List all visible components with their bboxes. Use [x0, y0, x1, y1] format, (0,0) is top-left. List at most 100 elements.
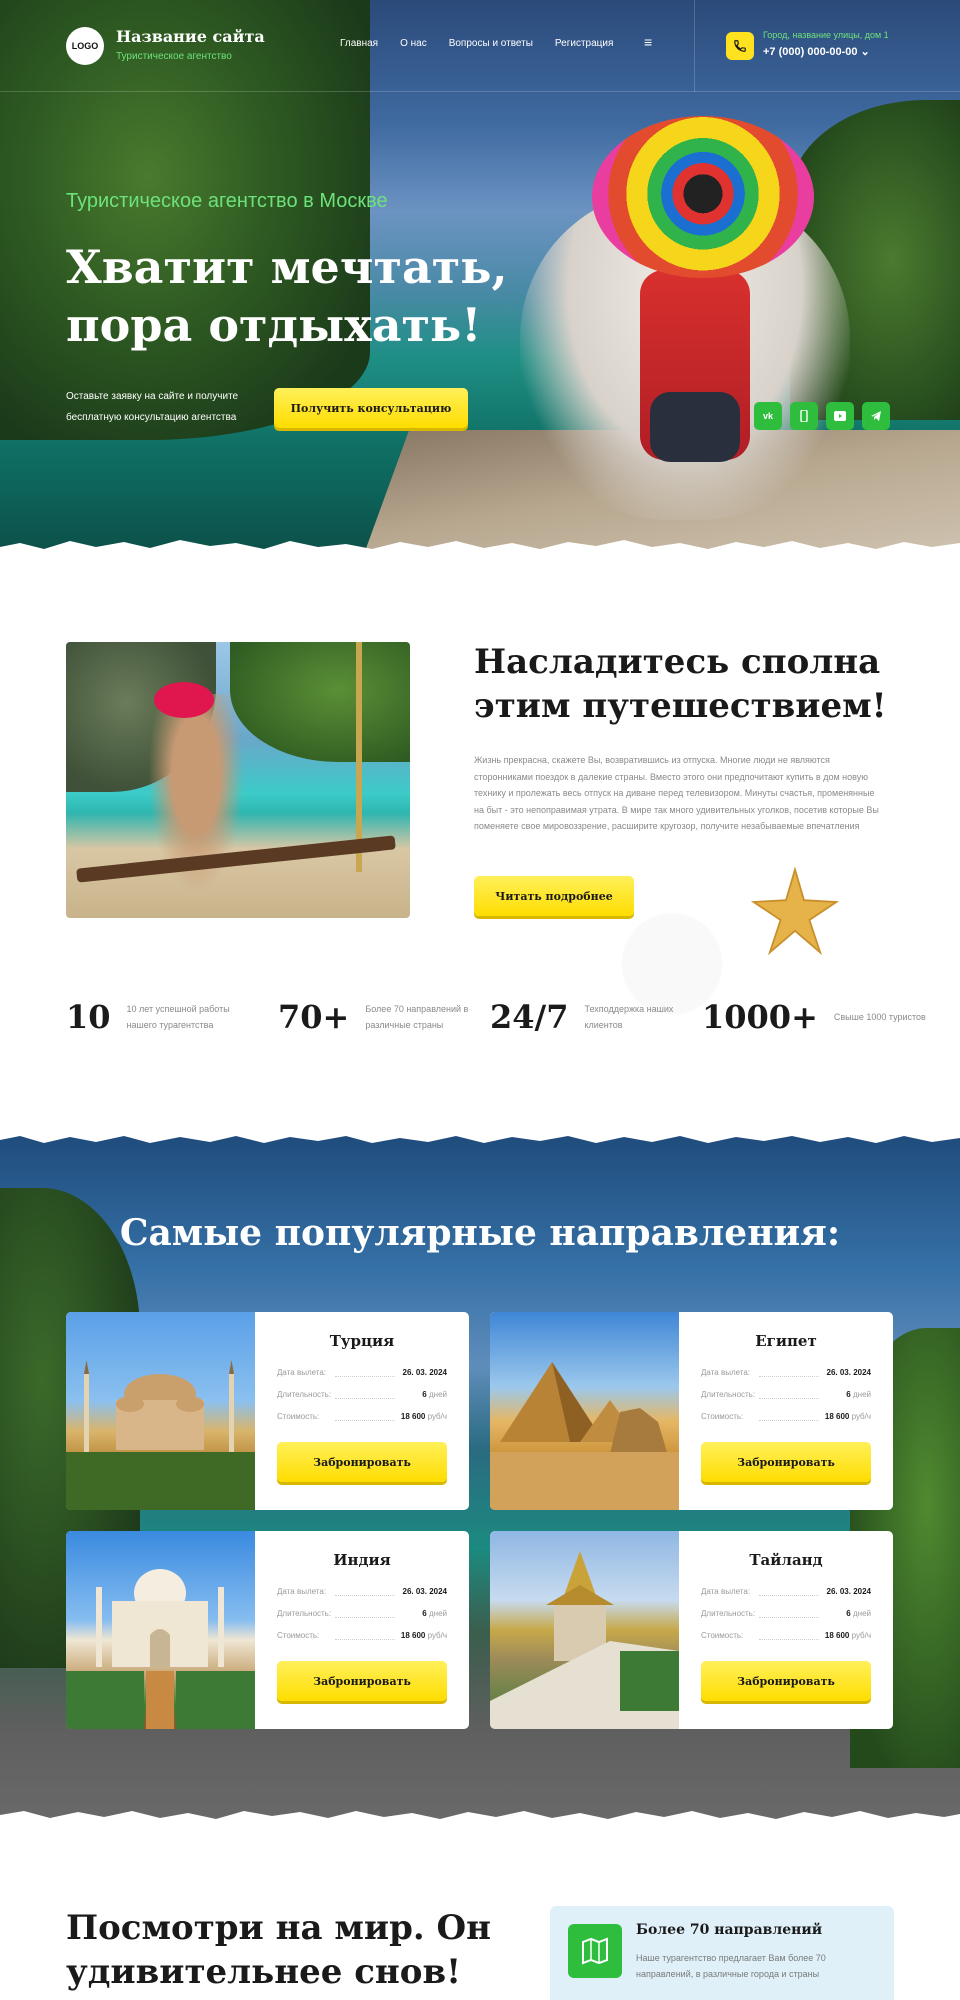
- starfish-icon: [750, 866, 840, 956]
- telegram-icon[interactable]: [862, 402, 890, 430]
- logo[interactable]: LOGO: [66, 27, 104, 65]
- duration-value: 6 дней: [846, 1609, 871, 1618]
- photo-rope: [356, 642, 362, 872]
- price-value: 18 600 руб/ч: [825, 1412, 871, 1421]
- viber-icon[interactable]: [790, 402, 818, 430]
- taj-mahal-illustration: [66, 1569, 255, 1729]
- book-button[interactable]: Забронировать: [277, 1661, 447, 1701]
- map-icon: [568, 1924, 622, 1978]
- header-phone[interactable]: +7 (000) 000-00-00 ⌄: [763, 45, 870, 58]
- duration-value: 6 дней: [422, 1390, 447, 1399]
- stats-row: 10 10 лет успешной работы нашего тураген…: [66, 998, 926, 1038]
- social-links: vk: [754, 402, 890, 430]
- price-currency: руб/ч: [851, 1631, 871, 1640]
- price-label: Стоимость:: [277, 1412, 320, 1421]
- destination-name: Тайланд: [749, 1551, 823, 1569]
- duration-label: Длительность:: [277, 1609, 332, 1618]
- temple-illustration: [490, 1551, 679, 1729]
- read-more-button[interactable]: Читать подробнее: [474, 876, 634, 916]
- get-consultation-button[interactable]: Получить консультацию: [274, 388, 468, 428]
- feature-title: Более 70 направлений: [636, 1922, 823, 1938]
- days-number: 6: [422, 1390, 427, 1399]
- photo-hat: [154, 682, 214, 718]
- stat-item: 10 10 лет успешной работы нашего тураген…: [66, 998, 237, 1036]
- info-row-duration: Длительность: 6 дней: [701, 1390, 871, 1404]
- torn-paper-edge: [0, 1811, 960, 1828]
- price-value: 18 600 руб/ч: [825, 1631, 871, 1640]
- stat-item: 1000+ Свыше 1000 туристов: [702, 998, 944, 1036]
- date-value: 26. 03. 2024: [826, 1368, 871, 1377]
- top-navigation-bar: LOGO Название сайта Туристическое агентс…: [0, 0, 960, 92]
- nav-link-home[interactable]: Главная: [340, 38, 378, 49]
- price-currency: руб/ч: [427, 1631, 447, 1640]
- days-number: 6: [846, 1609, 851, 1618]
- stat-number: 24/7: [490, 998, 569, 1036]
- nav-link-faq[interactable]: Вопросы и ответы: [449, 38, 533, 49]
- days-unit: дней: [852, 1390, 871, 1399]
- destination-card: Турция Дата вылета: 26. 03. 2024 Длитель…: [66, 1312, 469, 1510]
- about-title: Насладитесь сполна этим путешествием!: [474, 642, 887, 726]
- book-button[interactable]: Забронировать: [277, 1442, 447, 1482]
- info-row-price: Стоимость: 18 600 руб/ч: [701, 1412, 871, 1426]
- mosque-illustration: [66, 1360, 255, 1510]
- days-unit: дней: [428, 1609, 447, 1618]
- date-label: Дата вылета:: [277, 1587, 327, 1596]
- info-row-date: Дата вылета: 26. 03. 2024: [277, 1587, 447, 1601]
- stat-item: 70+ Более 70 направлений в различные стр…: [278, 998, 475, 1036]
- torn-paper-edge: [0, 540, 960, 558]
- hero-backpack-image: [640, 270, 750, 462]
- price-number: 18 600: [400, 1631, 426, 1640]
- nav-link-registration[interactable]: Регистрация: [555, 38, 613, 49]
- duration-value: 6 дней: [422, 1609, 447, 1618]
- stat-item: 24/7 Техподдержка наших клиентов: [490, 998, 694, 1036]
- stat-description: 10 лет успешной работы нашего турагентст…: [126, 1004, 230, 1030]
- vk-icon[interactable]: vk: [754, 402, 782, 430]
- days-number: 6: [422, 1609, 427, 1618]
- hero-section: LOGO Название сайта Туристическое агентс…: [0, 0, 960, 558]
- info-row-date: Дата вылета: 26. 03. 2024: [277, 1368, 447, 1382]
- price-number: 18 600: [400, 1412, 426, 1421]
- info-row-date: Дата вылета: 26. 03. 2024: [701, 1368, 871, 1382]
- about-beach-photo: [66, 642, 410, 918]
- info-row-price: Стоимость: 18 600 руб/ч: [277, 1631, 447, 1645]
- destination-name: Египет: [755, 1332, 817, 1350]
- egypt-photo: [490, 1312, 679, 1510]
- stat-number: 70+: [278, 998, 350, 1036]
- days-unit: дней: [428, 1390, 447, 1399]
- feature-text: Наше турагентство предлагает Вам более 7…: [636, 1953, 826, 1979]
- destinations-title: Самые популярные направления:: [119, 1212, 841, 1254]
- hero-title: Хватит мечтать, пора отдыхать!: [66, 240, 508, 352]
- hero-kicker: Туристическое агентство в Москве: [66, 190, 388, 212]
- pyramids-illustration: [490, 1362, 679, 1510]
- date-value: 26. 03. 2024: [826, 1587, 871, 1596]
- youtube-icon[interactable]: [826, 402, 854, 430]
- destination-card: Индия Дата вылета: 26. 03. 2024 Длительн…: [66, 1531, 469, 1729]
- days-number: 6: [846, 1390, 851, 1399]
- phone-icon[interactable]: [726, 32, 754, 60]
- world-title: Посмотри на мир. Он удивительнее снов!: [66, 1908, 492, 1992]
- stat-description: Техподдержка наших клиентов: [584, 1004, 674, 1030]
- book-button[interactable]: Забронировать: [701, 1661, 871, 1701]
- info-row-price: Стоимость: 18 600 руб/ч: [277, 1412, 447, 1426]
- book-button[interactable]: Забронировать: [701, 1442, 871, 1482]
- info-row-price: Стоимость: 18 600 руб/ч: [701, 1631, 871, 1645]
- turkey-photo: [66, 1312, 255, 1510]
- destination-name: Турция: [329, 1332, 395, 1350]
- duration-label: Длительность:: [701, 1609, 756, 1618]
- date-label: Дата вылета:: [701, 1587, 751, 1596]
- price-value: 18 600 руб/ч: [401, 1631, 447, 1640]
- price-currency: руб/ч: [851, 1412, 871, 1421]
- date-value: 26. 03. 2024: [402, 1368, 447, 1377]
- nav-link-about[interactable]: О нас: [400, 38, 427, 49]
- photo-trees: [230, 642, 410, 762]
- site-name[interactable]: Название сайта: [116, 27, 265, 46]
- site-subtitle: Туристическое агентство: [116, 51, 232, 62]
- date-label: Дата вылета:: [277, 1368, 327, 1377]
- stat-number: 10: [66, 998, 111, 1036]
- hamburger-menu-icon[interactable]: ≡: [644, 34, 652, 50]
- hero-description: Оставьте заявку на сайте и получите бесп…: [66, 391, 239, 423]
- thailand-photo: [490, 1531, 679, 1729]
- divider: [694, 0, 695, 92]
- header-address: Город, название улицы, дом 1: [763, 30, 889, 40]
- price-number: 18 600: [824, 1412, 850, 1421]
